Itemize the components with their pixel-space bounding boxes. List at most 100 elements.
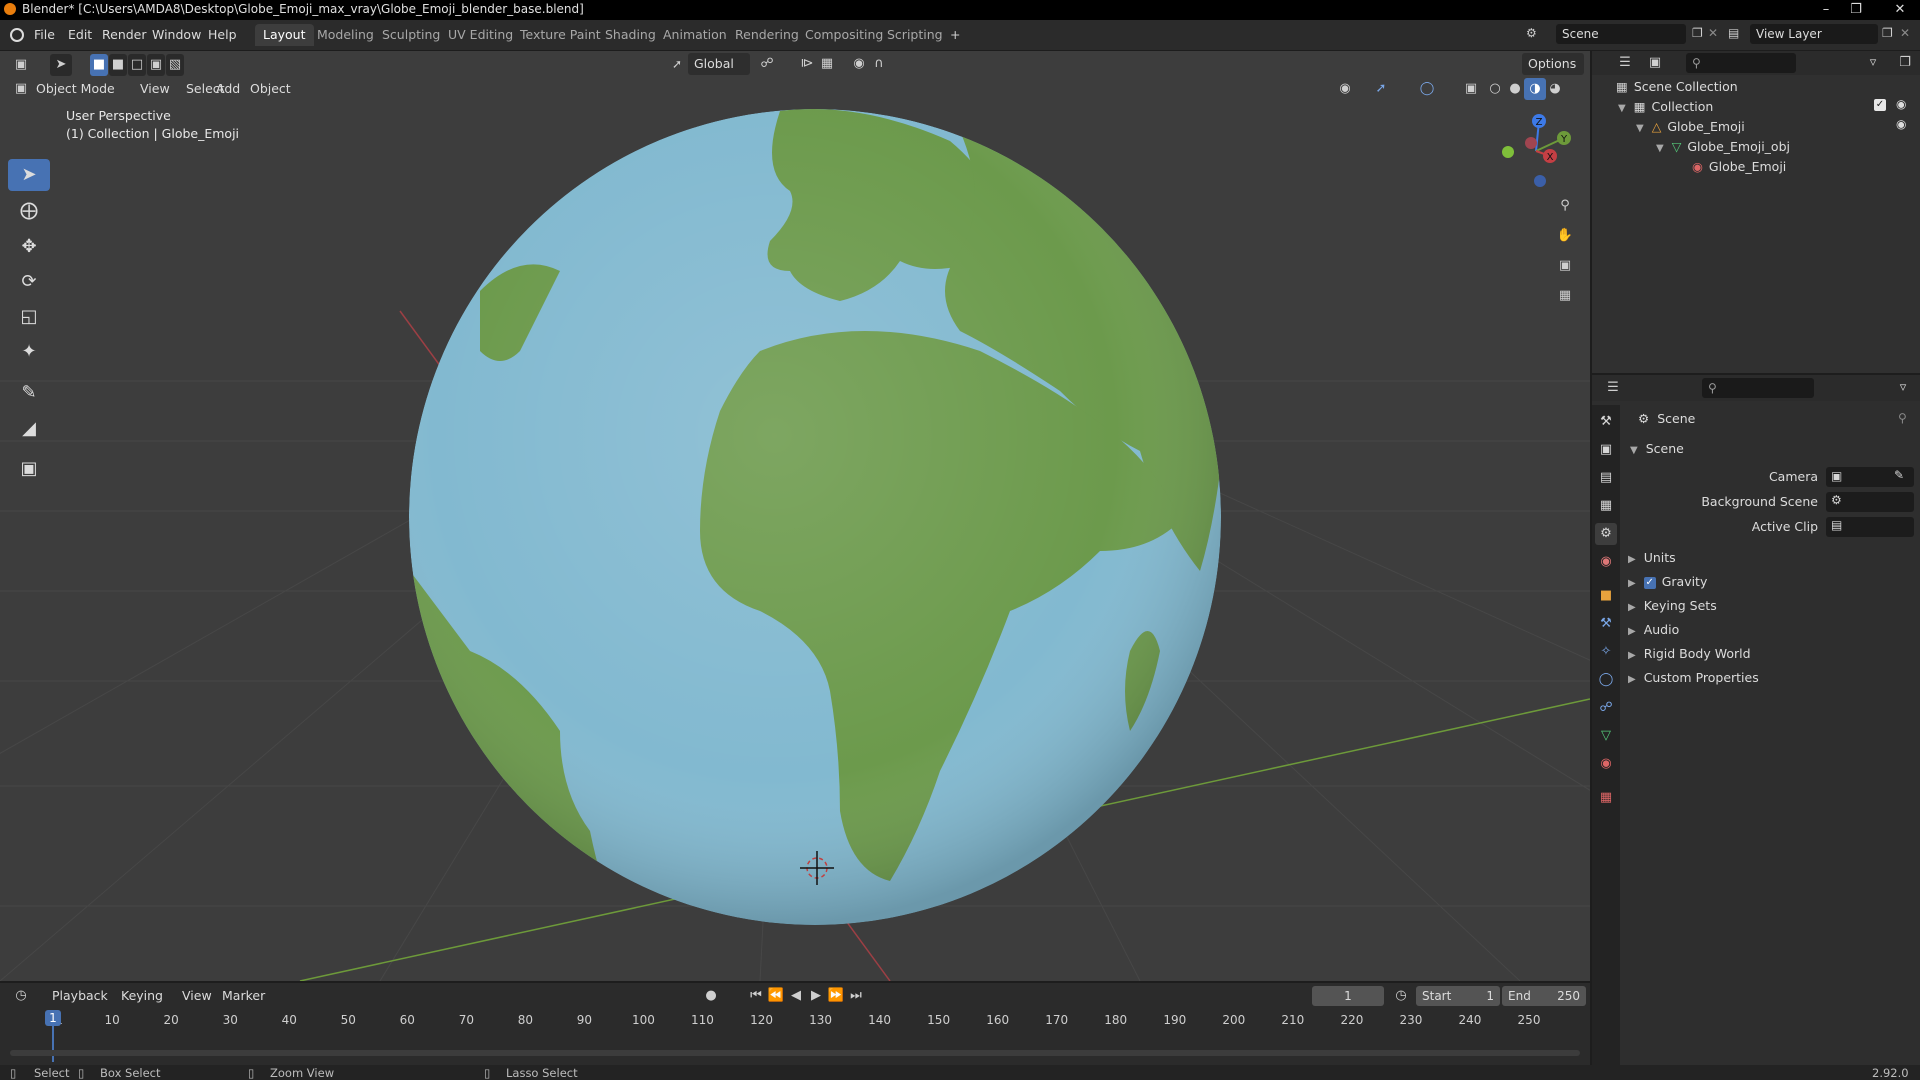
annotate-tool-icon[interactable]: ✎ <box>8 377 50 409</box>
world-tab-icon[interactable]: ◉ <box>1595 551 1617 573</box>
expand-arrow-icon[interactable]: ▶ <box>1628 674 1636 685</box>
shading-rendered-icon[interactable]: ◕ <box>1544 78 1566 100</box>
outliner-row-collection[interactable]: ▼ ▦ Collection <box>1618 99 1713 114</box>
scene-icon[interactable]: ⚙ <box>1526 26 1537 40</box>
proportional-edit-icon[interactable]: ◉ <box>848 53 870 75</box>
editor-type-icon[interactable]: ▣ <box>10 54 32 76</box>
menu-window[interactable]: Window <box>152 27 201 42</box>
expand-arrow-icon[interactable]: ▶ <box>1628 650 1636 661</box>
snap-icon[interactable]: ⧐ <box>796 53 818 75</box>
gravity-panel-header[interactable]: ▶ ✓ Gravity <box>1628 574 1707 589</box>
shading-material-icon[interactable]: ◑ <box>1524 78 1546 100</box>
properties-options-icon[interactable]: ▿ <box>1892 377 1914 399</box>
collection-visibility-eye-icon[interactable]: ◉ <box>1896 97 1906 111</box>
expand-arrow-icon[interactable]: ▼ <box>1636 123 1644 134</box>
blender-menu-icon[interactable] <box>10 28 24 42</box>
tab-shading[interactable]: Shading <box>597 24 664 46</box>
zoom-icon[interactable]: ⚲ <box>1554 195 1576 217</box>
menu-help[interactable]: Help <box>208 27 237 42</box>
camera-view-icon[interactable]: ▣ <box>1554 255 1576 277</box>
outliner-row-globe-emoji-obj[interactable]: ▼ ▽ Globe_Emoji_obj <box>1656 139 1790 154</box>
minimize-button[interactable]: – <box>1812 0 1840 20</box>
outliner-row-material[interactable]: ◉ Globe_Emoji <box>1692 159 1786 174</box>
view-layer-tab-icon[interactable]: ▦ <box>1595 495 1617 517</box>
close-button[interactable]: ✕ <box>1880 0 1920 20</box>
properties-editor-icon[interactable]: ☰ <box>1602 377 1624 399</box>
object-tab-icon[interactable]: ■ <box>1595 585 1617 607</box>
material-tab-icon[interactable]: ◉ <box>1595 753 1617 775</box>
options-button[interactable]: Options <box>1522 53 1584 75</box>
select-extend-icon[interactable]: ■ <box>109 54 127 76</box>
pivot-point-icon[interactable]: ☍ <box>756 53 778 75</box>
overlays-icon[interactable]: ◯ <box>1416 78 1438 100</box>
falloff-icon[interactable]: ∩ <box>868 53 890 75</box>
expand-arrow-icon[interactable]: ▶ <box>1628 626 1636 637</box>
shading-solid-icon[interactable]: ● <box>1504 78 1526 100</box>
keying-sets-panel-header[interactable]: ▶ Keying Sets <box>1628 598 1717 613</box>
output-tab-icon[interactable]: ▤ <box>1595 467 1617 489</box>
xray-icon[interactable]: ▣ <box>1460 78 1482 100</box>
expand-arrow-icon[interactable]: ▶ <box>1628 578 1636 589</box>
render-tab-icon[interactable]: ▣ <box>1595 439 1617 461</box>
add-workspace-button[interactable]: + <box>942 24 968 46</box>
particles-tab-icon[interactable]: ✧ <box>1595 641 1617 663</box>
visibility-icon[interactable]: ◉ <box>1334 78 1356 100</box>
display-mode-icon[interactable]: ▣ <box>1644 52 1666 74</box>
gravity-checkbox[interactable]: ✓ <box>1643 576 1656 589</box>
constraints-tab-icon[interactable]: ☍ <box>1595 697 1617 719</box>
expand-arrow-icon[interactable]: ▼ <box>1618 103 1626 114</box>
playhead-frame-label[interactable]: 1 <box>45 1010 61 1026</box>
menu-edit[interactable]: Edit <box>68 27 92 42</box>
select-subtract-icon[interactable]: □ <box>128 54 146 76</box>
tab-uv-editing[interactable]: UV Editing <box>440 24 521 46</box>
expand-arrow-icon[interactable]: ▶ <box>1628 602 1636 613</box>
background-scene-field[interactable]: ⚙ <box>1826 492 1914 512</box>
scene-tab-icon[interactable]: ⚙ <box>1595 523 1617 545</box>
scene-panel-header[interactable]: ▼ Scene <box>1630 441 1684 456</box>
camera-field[interactable]: ▣ ✎ <box>1826 467 1914 487</box>
tab-scripting[interactable]: Scripting <box>879 24 951 46</box>
gizmos-icon[interactable]: ➚ <box>1370 78 1392 100</box>
3d-viewport[interactable]: ▣ ➤ ■ ■ □ ▣ ▧ ➚ Global ☍ ⧐ ▦ ◉ ∩ Options… <box>0 51 1590 981</box>
tab-texture-paint[interactable]: Texture Paint <box>512 24 609 46</box>
properties-search-input[interactable]: ⚲ <box>1702 378 1814 398</box>
custom-properties-panel-header[interactable]: ▶ Custom Properties <box>1628 670 1759 685</box>
eyedropper-icon[interactable]: ✎ <box>1894 468 1904 482</box>
select-difference-icon[interactable]: ▣ <box>147 54 165 76</box>
tab-rendering[interactable]: Rendering <box>727 24 807 46</box>
outliner-search-input[interactable]: ⚲ <box>1686 53 1796 73</box>
pan-hand-icon[interactable]: ✋ <box>1554 225 1576 247</box>
select-box-tool-icon[interactable]: ➤ <box>8 159 50 191</box>
object-visibility-eye-icon[interactable]: ◉ <box>1896 117 1906 131</box>
tab-layout[interactable]: Layout <box>255 24 314 46</box>
rotate-tool-icon[interactable]: ⟳ <box>8 266 50 298</box>
measure-tool-icon[interactable]: ◢ <box>8 413 50 445</box>
add-cube-tool-icon[interactable]: ▣ <box>8 453 50 485</box>
mode-dropdown[interactable]: Object Mode <box>30 78 121 100</box>
menu-object[interactable]: Object <box>244 78 297 100</box>
new-collection-icon[interactable]: ❐ <box>1894 52 1916 74</box>
delete-view-layer-icon[interactable]: ✕ <box>1900 26 1910 40</box>
gizmo-neg-y[interactable] <box>1502 146 1514 158</box>
scale-tool-icon[interactable]: ◱ <box>8 301 50 333</box>
scene-selector[interactable]: Scene <box>1556 24 1686 44</box>
modifier-tab-icon[interactable]: ⚒ <box>1595 613 1617 635</box>
filter-icon[interactable]: ▿ <box>1862 52 1884 74</box>
new-view-layer-icon[interactable]: ❐ <box>1882 26 1893 40</box>
view-layer-icon[interactable]: ▤ <box>1728 26 1739 40</box>
new-scene-icon[interactable]: ❐ <box>1692 26 1703 40</box>
audio-panel-header[interactable]: ▶ Audio <box>1628 622 1679 637</box>
maximize-button[interactable]: ❐ <box>1842 0 1870 20</box>
gizmo-neg-x[interactable] <box>1525 137 1537 149</box>
rigid-body-world-panel-header[interactable]: ▶ Rigid Body World <box>1628 646 1751 661</box>
outliner-row-globe-emoji[interactable]: ▼ △ Globe_Emoji <box>1636 119 1745 134</box>
physics-tab-icon[interactable]: ◯ <box>1595 669 1617 691</box>
active-clip-field[interactable]: ▤ <box>1826 517 1914 537</box>
texture-tab-icon[interactable]: ▦ <box>1595 787 1617 809</box>
select-new-icon[interactable]: ■ <box>90 54 108 76</box>
transform-tool-icon[interactable]: ✦ <box>8 336 50 368</box>
data-tab-icon[interactable]: ▽ <box>1595 725 1617 747</box>
cursor-tool-icon[interactable]: ⨁ <box>8 195 50 227</box>
ortho-grid-icon[interactable]: ▦ <box>1554 285 1576 307</box>
view-layer-selector[interactable]: View Layer <box>1750 24 1878 44</box>
